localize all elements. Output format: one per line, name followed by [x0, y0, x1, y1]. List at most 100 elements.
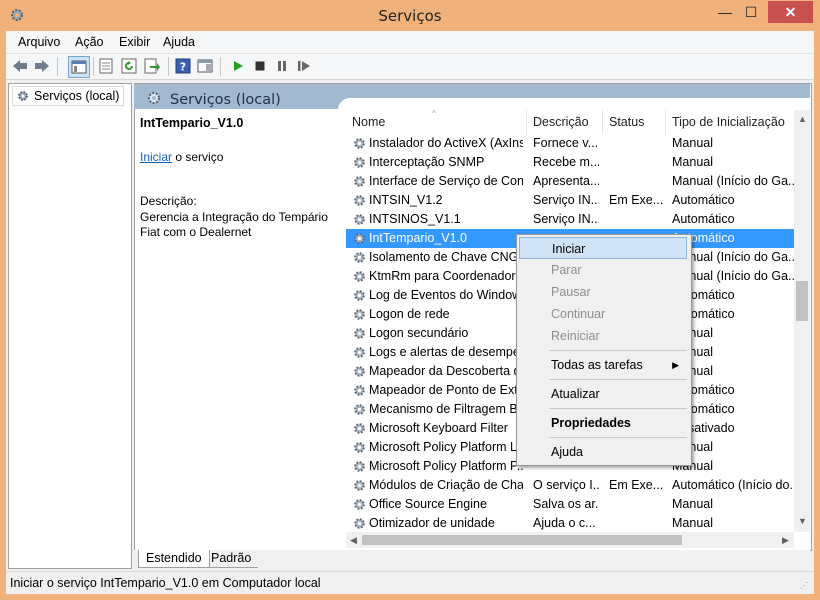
menu-item-all-tasks-label: Todas as tarefas — [551, 358, 643, 372]
vertical-scrollbar[interactable]: ▲ ▼ — [794, 110, 810, 532]
stop-service-icon[interactable] — [251, 57, 269, 75]
view-tabs: Estendido Padrão — [134, 550, 810, 568]
service-name: Mapeador da Descoberta d... — [369, 364, 523, 378]
column-header-startup-type[interactable]: Tipo de Inicialização — [666, 110, 794, 134]
description-text: Gerencia a Integração do Tempário Fiat c… — [140, 210, 328, 239]
sort-ascending-icon: ^ — [432, 110, 436, 118]
service-startup-type: Manual (Início do Ga... — [672, 174, 794, 188]
status-text: Iniciar o serviço IntTempario_V1.0 em Co… — [10, 576, 321, 590]
service-description: Serviço IN... — [533, 212, 599, 226]
menu-item-properties[interactable]: Propriedades — [519, 412, 687, 434]
service-name: Otimizador de unidade — [369, 516, 495, 530]
column-header-name[interactable]: Nome ^ — [346, 110, 527, 134]
selected-service-name: IntTempario_V1.0 — [140, 116, 244, 130]
service-name: Log de Eventos do Windows — [369, 288, 523, 302]
service-row[interactable]: INTSIN_V1.2 Serviço IN... Em Exe... Automát… — [346, 191, 794, 210]
show-console-tree-icon[interactable] — [68, 56, 90, 78]
status-bar: Iniciar o serviço IntTempario_V1.0 em Co… — [6, 571, 814, 594]
properties-sheet-icon[interactable] — [97, 57, 115, 75]
service-row[interactable]: Instalador do ActiveX (AxIns... Fornece v… — [346, 134, 794, 153]
menu-item-help[interactable]: Ajuda — [519, 441, 687, 463]
scroll-up-icon[interactable]: ▲ — [798, 114, 807, 124]
service-row[interactable]: Otimizador de unidade Ajuda o c... Manual — [346, 514, 794, 532]
menu-item-pause: Pausar — [551, 285, 591, 299]
service-name: Módulos de Criação de Cha... — [369, 478, 523, 492]
services-window: Serviços — ☐ ✕ Arquivo Ação Exibir Ajuda — [0, 0, 820, 600]
service-row[interactable]: INTSINOS_V1.1 Serviço IN... Automático — [346, 210, 794, 229]
service-name: Isolamento de Chave CNG — [369, 250, 519, 264]
back-arrow-icon[interactable] — [11, 57, 29, 75]
context-menu: Iniciar Parar Pausar Continuar Reiniciar… — [516, 234, 692, 466]
service-name: Interface de Serviço de Con... — [369, 174, 523, 188]
title-bar[interactable]: Serviços — ☐ ✕ — [0, 0, 820, 31]
service-description: Salva os ar... — [533, 497, 599, 511]
service-startup-type: Manual — [672, 136, 713, 150]
service-name: Instalador do ActiveX (AxIns... — [369, 136, 523, 150]
start-service-link[interactable]: Iniciar — [140, 150, 172, 164]
service-description: Ajuda o c... — [533, 516, 596, 530]
service-row[interactable]: Office Source Engine Salva os ar... Manual — [346, 495, 794, 514]
svg-text:?: ? — [180, 61, 186, 74]
help-icon[interactable]: ? — [174, 57, 192, 75]
horizontal-scrollbar[interactable]: ◀ ▶ — [346, 532, 794, 548]
restart-service-icon[interactable] — [295, 57, 313, 75]
menu-exibir[interactable]: Exibir — [119, 35, 150, 49]
toolbar-separator — [168, 57, 169, 76]
column-name-label: Nome — [352, 115, 386, 129]
menu-item-restart: Reiniciar — [551, 329, 600, 343]
tab-standard[interactable]: Padrão — [204, 550, 259, 568]
column-header-description[interactable]: Descrição — [527, 110, 603, 134]
action-pane-icon[interactable] — [196, 57, 214, 75]
toolbar-separator — [93, 57, 94, 76]
resize-grip-icon[interactable]: ⋰ — [800, 581, 808, 590]
service-name: Interceptação SNMP — [369, 155, 485, 169]
column-header-status[interactable]: Status — [603, 110, 666, 134]
vertical-scroll-thumb[interactable] — [796, 281, 808, 321]
scroll-left-icon[interactable]: ◀ — [350, 535, 357, 546]
service-description: Serviço IN... — [533, 193, 599, 207]
start-link-suffix: o serviço — [172, 150, 224, 164]
service-name: INTSIN_V1.2 — [369, 193, 443, 207]
service-name: INTSINOS_V1.1 — [369, 212, 461, 226]
menu-item-all-tasks[interactable]: Todas as tarefas ▶ — [519, 354, 687, 376]
horizontal-scroll-thumb[interactable] — [362, 535, 682, 545]
service-name: Logs e alertas de desempen... — [369, 345, 523, 359]
start-service-icon[interactable] — [229, 57, 247, 75]
refresh-icon[interactable] — [120, 57, 138, 75]
scroll-right-icon[interactable]: ▶ — [782, 535, 789, 546]
service-description: O serviço I... — [533, 478, 599, 492]
tree-item-label: Serviços (local) — [34, 89, 120, 103]
service-row[interactable]: Módulos de Criação de Cha... O serviço I.… — [346, 476, 794, 495]
service-startup-type: Manual — [672, 155, 713, 169]
service-gear-icon — [352, 516, 367, 532]
minimize-button[interactable]: — — [712, 1, 738, 23]
maximize-button[interactable]: ☐ — [738, 1, 764, 23]
service-status: Em Exe... — [609, 478, 664, 492]
pause-service-icon[interactable] — [273, 57, 291, 75]
scroll-down-icon[interactable]: ▼ — [798, 516, 807, 526]
menu-separator — [549, 379, 687, 380]
service-row[interactable]: Interface de Serviço de Con... Apresenta.… — [346, 172, 794, 191]
service-description: Recebe m... — [533, 155, 599, 169]
service-name: Logon secundário — [369, 326, 469, 340]
service-status: Em Exe... — [609, 193, 664, 207]
tree-item-services-local[interactable]: Serviços (local) — [12, 86, 125, 106]
close-button[interactable]: ✕ — [768, 1, 813, 23]
export-list-icon[interactable] — [143, 57, 161, 75]
service-startup-type: Manual — [672, 516, 713, 530]
menu-separator — [549, 350, 687, 351]
menu-item-refresh[interactable]: Atualizar — [519, 383, 687, 405]
toolbar-separator — [220, 57, 221, 76]
menu-arquivo[interactable]: Arquivo — [18, 35, 60, 49]
service-row[interactable]: Interceptação SNMP Recebe m... Manual — [346, 153, 794, 172]
tab-extended[interactable]: Estendido — [138, 550, 210, 568]
menu-acao[interactable]: Ação — [75, 35, 104, 49]
forward-arrow-icon[interactable] — [33, 57, 51, 75]
menu-item-start[interactable]: Iniciar — [519, 237, 687, 259]
toolbar: ? — [6, 54, 814, 80]
submenu-arrow-icon: ▶ — [672, 360, 679, 370]
menu-ajuda[interactable]: Ajuda — [163, 35, 195, 49]
menu-separator — [549, 408, 687, 409]
service-name: Microsoft Policy Platform L... — [369, 440, 523, 454]
service-name: Mapeador de Ponto de Extr... — [369, 383, 523, 397]
